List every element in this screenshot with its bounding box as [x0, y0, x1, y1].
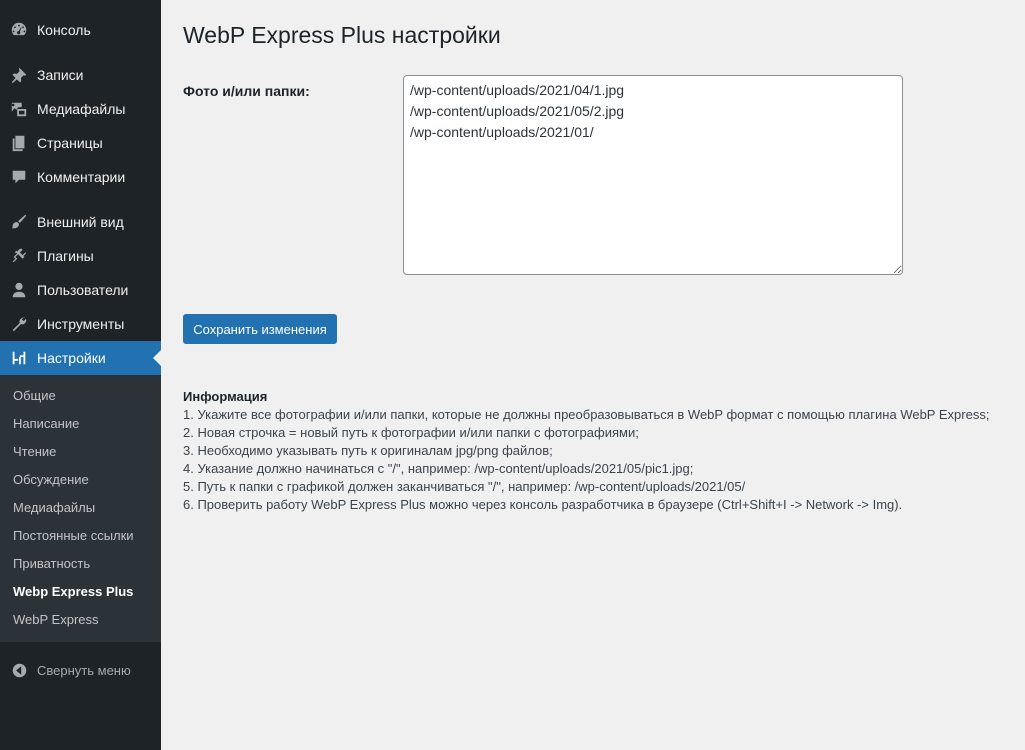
info-block: Информация 1. Укажите все фотографии и/и…: [183, 388, 1013, 514]
save-button[interactable]: Сохранить изменения: [183, 314, 337, 344]
menu-label: Медиафайлы: [37, 101, 126, 117]
menu-label: Инструменты: [37, 316, 125, 332]
info-line: 3. Необходимо указывать путь к оригинала…: [183, 443, 553, 458]
menu-item-pages[interactable]: Страницы: [0, 126, 161, 160]
collapse-arrow-icon: [9, 660, 29, 680]
menu-label: Пользователи: [37, 282, 129, 298]
submenu-item-media[interactable]: Медиафайлы: [13, 498, 95, 518]
submenu-item-webp-express[interactable]: WebP Express: [13, 610, 99, 630]
info-title: Информация: [183, 389, 268, 404]
paths-textarea[interactable]: /wp-content/uploads/2021/04/1.jpg /wp-co…: [403, 75, 903, 275]
info-line: 1. Укажите все фотографии и/или папки, к…: [183, 407, 990, 422]
menu-item-posts[interactable]: Записи: [0, 58, 161, 92]
menu-label: Настройки: [37, 350, 106, 366]
collapse-menu-button[interactable]: Свернуть меню: [0, 656, 161, 684]
wrench-icon: [9, 314, 29, 334]
comment-icon: [9, 167, 29, 187]
menu-label: Комментарии: [37, 169, 126, 185]
pages-icon: [9, 133, 29, 153]
menu-item-appearance[interactable]: Внешний вид: [0, 205, 161, 239]
info-line: 4. Указание должно начинаться с "/", нап…: [183, 461, 694, 476]
info-line: 6. Проверить работу WebP Express Plus мо…: [183, 497, 903, 512]
plugin-icon: [9, 246, 29, 266]
settings-submenu: Общие Написание Чтение Обсуждение Медиаф…: [0, 375, 161, 642]
info-line: 5. Путь к папки с графикой должен заканч…: [183, 479, 746, 494]
menu-item-tools[interactable]: Инструменты: [0, 307, 161, 341]
admin-sidebar: Консоль Записи Медиафайлы Страницы Комме…: [0, 0, 161, 750]
menu-item-comments[interactable]: Комментарии: [0, 160, 161, 194]
settings-icon: [9, 348, 29, 368]
menu-item-dashboard[interactable]: Консоль: [0, 13, 161, 47]
submenu-item-permalinks[interactable]: Постоянные ссылки: [13, 526, 134, 546]
menu-item-media[interactable]: Медиафайлы: [0, 92, 161, 126]
user-icon: [9, 280, 29, 300]
submenu-item-privacy[interactable]: Приватность: [13, 554, 90, 574]
menu-item-users[interactable]: Пользователи: [0, 273, 161, 307]
submenu-item-webp-express-plus[interactable]: Webp Express Plus: [13, 582, 133, 602]
menu-item-settings[interactable]: Настройки: [0, 341, 161, 375]
menu-label: Внешний вид: [37, 214, 124, 230]
paths-field-label: Фото и/или папки:: [183, 83, 310, 99]
pushpin-icon: [9, 65, 29, 85]
menu-label: Плагины: [37, 248, 94, 264]
menu-label: Консоль: [37, 22, 91, 38]
submenu-item-reading[interactable]: Чтение: [13, 442, 56, 462]
submenu-item-writing[interactable]: Написание: [13, 414, 79, 434]
collapse-label: Свернуть меню: [37, 662, 131, 678]
menu-item-plugins[interactable]: Плагины: [0, 239, 161, 273]
submenu-item-discussion[interactable]: Обсуждение: [13, 470, 89, 490]
menu-label: Страницы: [37, 135, 103, 151]
menu-label: Записи: [37, 67, 84, 83]
info-line: 2. Новая строчка = новый путь к фотограф…: [183, 425, 639, 440]
page-title: WebP Express Plus настройки: [183, 22, 501, 48]
submenu-item-general[interactable]: Общие: [13, 386, 56, 406]
media-icon: [9, 99, 29, 119]
paintbrush-icon: [9, 212, 29, 232]
dashboard-icon: [9, 20, 29, 40]
